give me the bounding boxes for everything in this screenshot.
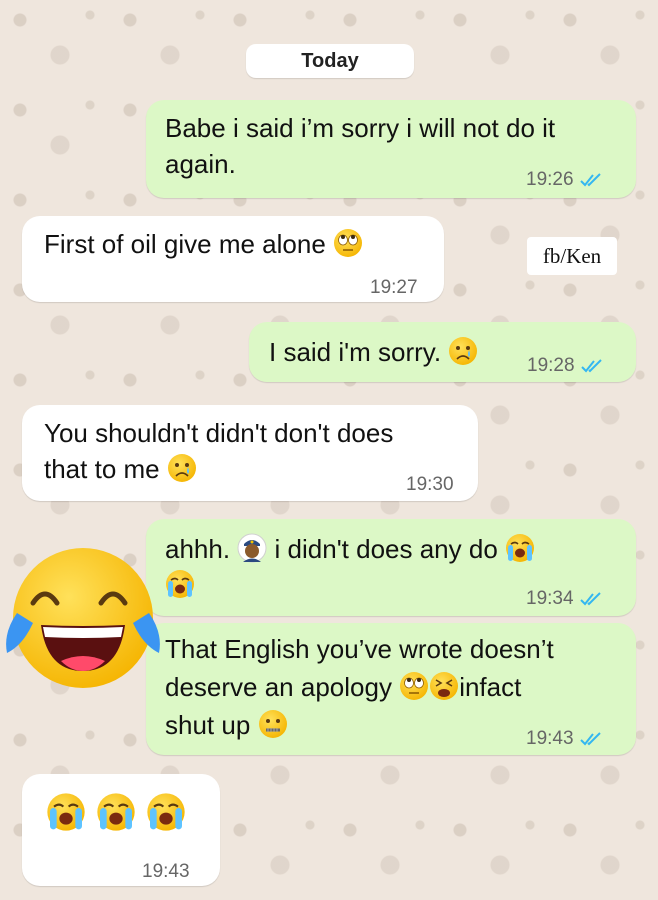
- read-ticks-icon: [581, 358, 605, 374]
- message-time: 19:43: [142, 861, 190, 882]
- message-text-line: First of oil give me alone: [44, 226, 363, 262]
- loudly-crying-emoji-icon: [96, 792, 136, 832]
- message-bubble-incoming[interactable]: First of oil give me alone 19:27: [22, 216, 444, 302]
- message-time: 19:28: [527, 355, 575, 376]
- tired-face-emoji-icon: [429, 671, 459, 701]
- message-meta: 19:43: [526, 721, 604, 757]
- message-text-line: That English you’ve wrote doesn’t: [165, 634, 554, 664]
- message-text-line: deserve an apology infact: [165, 669, 521, 705]
- message-bubble-outgoing[interactable]: That English you’ve wrote doesn’t deserv…: [146, 623, 636, 755]
- loudly-crying-emoji-icon: [165, 569, 195, 599]
- message-text-line: that to me: [44, 451, 197, 487]
- message-time: 19:26: [526, 169, 574, 190]
- message-text: shut up: [165, 710, 251, 740]
- message-text: First of oil give me alone: [44, 229, 326, 259]
- message-text-line: ahhh. i didn't does any do: [165, 531, 535, 567]
- message-text: infact: [459, 672, 522, 702]
- message-time: 19:34: [526, 588, 574, 609]
- message-bubble-incoming[interactable]: You shouldn't didn't don't does that to …: [22, 405, 478, 501]
- police-officer-emoji-icon: [237, 533, 267, 563]
- loudly-crying-emoji-icon: [146, 792, 186, 832]
- sad-tear-emoji-icon: [167, 453, 197, 483]
- message-meta: 19:34: [526, 581, 604, 617]
- message-meta: 19:26: [526, 162, 604, 198]
- message-text-line: [165, 567, 195, 603]
- message-bubble-outgoing[interactable]: Babe i said i’m sorry i will not do it a…: [146, 100, 636, 198]
- message-text: that to me: [44, 454, 160, 484]
- eye-roll-emoji-icon: [333, 228, 363, 258]
- message-bubble-incoming[interactable]: 19:43: [22, 774, 220, 886]
- message-text: i didn't does any do: [274, 534, 498, 564]
- message-time: 19:30: [406, 474, 454, 495]
- message-bubble-outgoing[interactable]: ahhh. i didn't does any do 19:34: [146, 519, 636, 616]
- message-text: I said i'm sorry.: [269, 337, 442, 367]
- message-text-line: again.: [165, 149, 236, 179]
- read-ticks-icon: [580, 731, 604, 747]
- laughing-tears-emoji-icon: [6, 548, 160, 688]
- message-text: ahhh.: [165, 534, 231, 564]
- message-text-line: shut up: [165, 707, 288, 743]
- message-text-line: You shouldn't didn't don't does: [44, 418, 394, 448]
- read-ticks-icon: [580, 591, 604, 607]
- message-meta: 19:28: [527, 348, 605, 384]
- sad-tear-emoji-icon: [448, 336, 478, 366]
- message-text-line: I said i'm sorry.: [269, 334, 478, 370]
- loudly-crying-emoji-icon: [46, 792, 86, 832]
- loudly-crying-emoji-icon: [505, 533, 535, 563]
- eye-roll-emoji-icon: [399, 671, 429, 701]
- read-ticks-icon: [580, 172, 604, 188]
- message-time: 19:43: [526, 728, 574, 749]
- watermark-label: fb/Ken: [527, 237, 617, 275]
- message-bubble-outgoing[interactable]: I said i'm sorry. 19:28: [249, 322, 636, 382]
- message-emoji-row: [46, 792, 186, 841]
- message-time: 19:27: [370, 277, 418, 298]
- message-text: deserve an apology: [165, 672, 392, 702]
- zipper-mouth-emoji-icon: [258, 709, 288, 739]
- date-separator: Today: [246, 44, 414, 78]
- message-text-line: Babe i said i’m sorry i will not do it: [165, 113, 556, 143]
